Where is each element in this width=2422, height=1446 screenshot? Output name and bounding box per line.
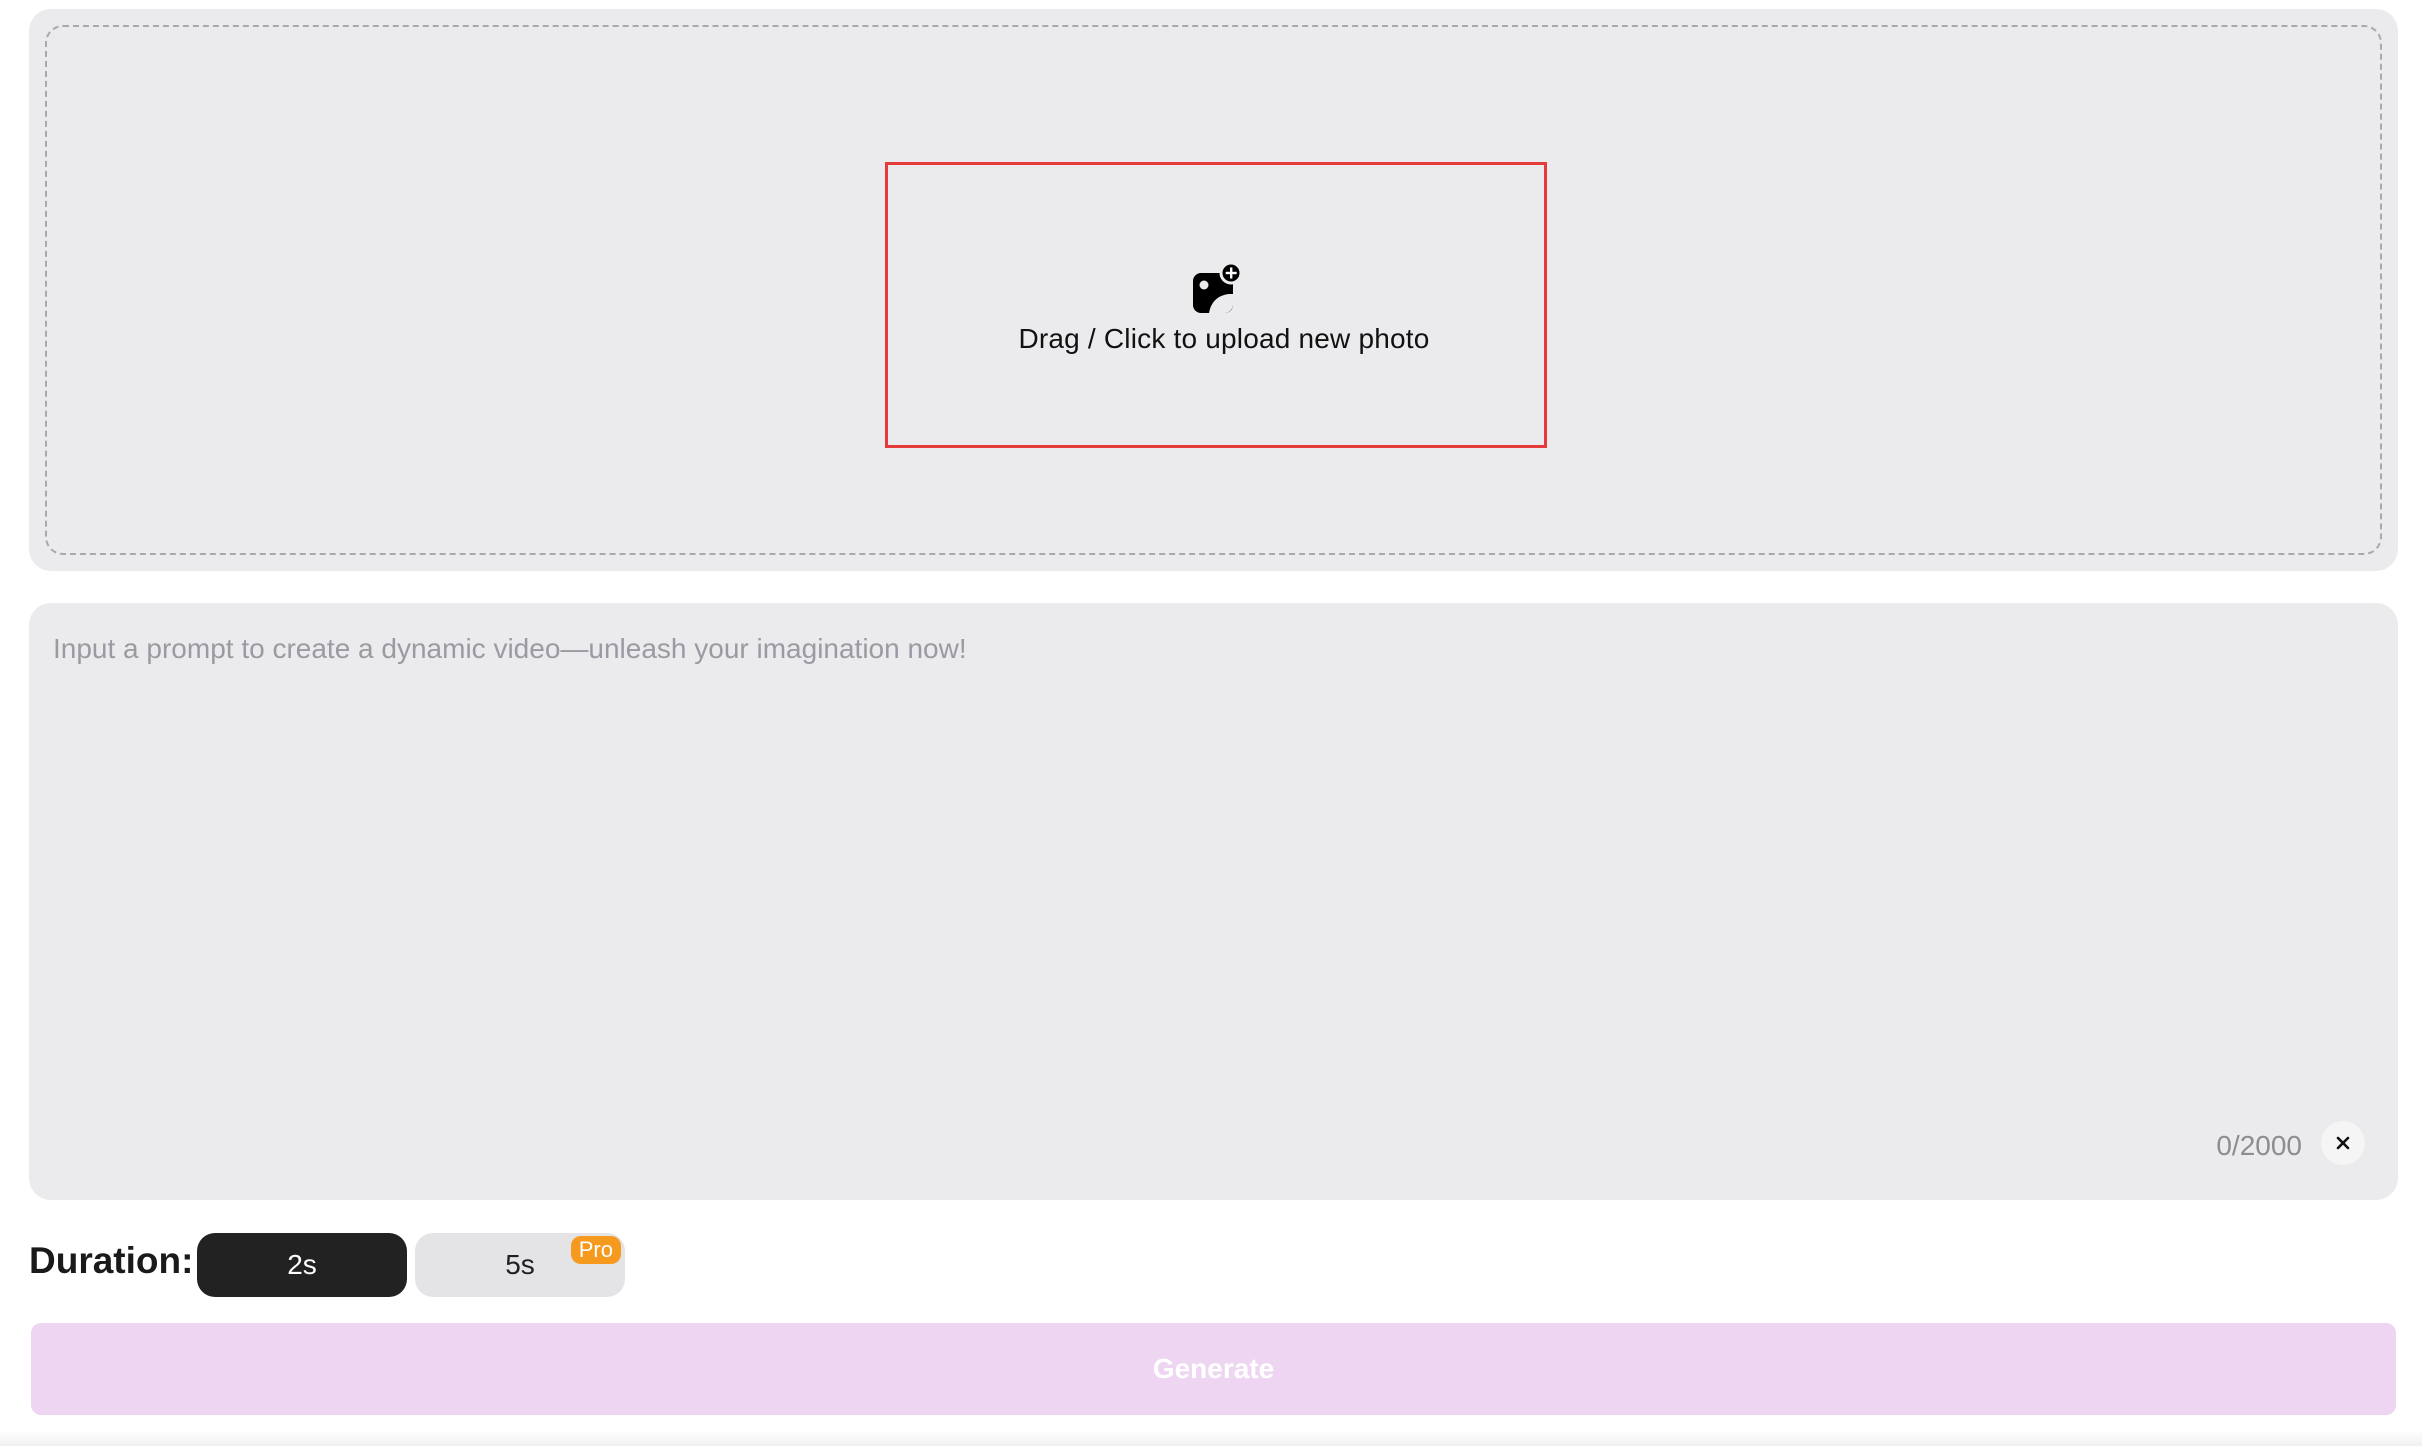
generate-label: Generate bbox=[1152, 1353, 1275, 1384]
prompt-input[interactable] bbox=[53, 633, 2363, 1103]
character-counter: 0/2000 bbox=[2216, 1130, 2302, 1161]
duration-option-2s[interactable]: 2s bbox=[197, 1233, 407, 1297]
prompt-panel: 0/2000 bbox=[29, 603, 2398, 1200]
duration-option-5s[interactable]: 5s Pro bbox=[415, 1233, 625, 1297]
upload-photo-button[interactable]: Drag / Click to upload new photo bbox=[885, 162, 1547, 448]
bottom-divider bbox=[0, 1430, 2422, 1446]
page: Drag / Click to upload new photo 0/2000 … bbox=[0, 0, 2422, 1446]
clear-prompt-button[interactable] bbox=[2321, 1121, 2365, 1165]
generate-button[interactable]: Generate bbox=[31, 1323, 2396, 1415]
duration-option-label: 5s bbox=[505, 1249, 535, 1280]
duration-label: Duration: bbox=[29, 1240, 194, 1281]
upload-dropzone[interactable]: Drag / Click to upload new photo bbox=[45, 25, 2382, 555]
pro-badge: Pro bbox=[570, 1236, 621, 1264]
upload-label: Drag / Click to upload new photo bbox=[1018, 323, 1430, 354]
add-photo-icon bbox=[1193, 261, 1243, 313]
upload-panel: Drag / Click to upload new photo bbox=[29, 9, 2398, 571]
close-icon bbox=[2336, 1136, 2350, 1150]
duration-option-label: 2s bbox=[287, 1249, 317, 1280]
